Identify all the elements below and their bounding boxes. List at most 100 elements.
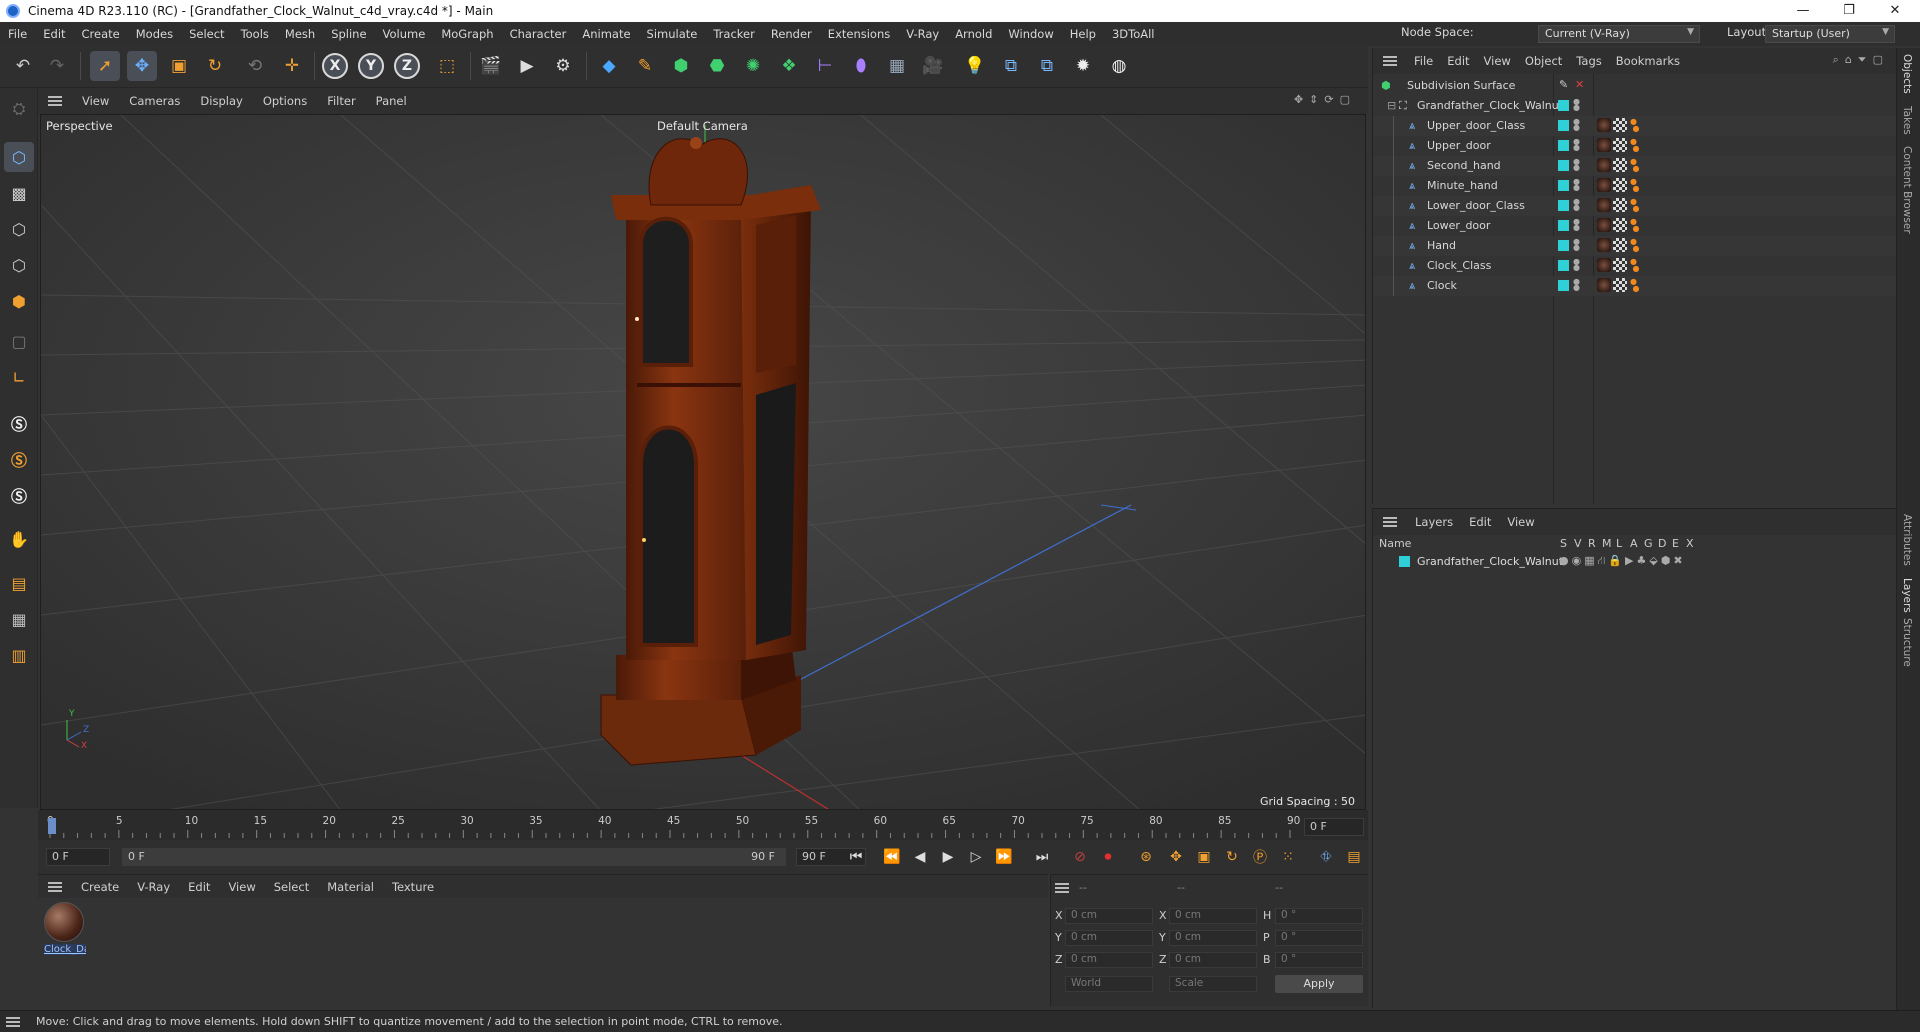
polygons-mode-icon[interactable]: ⬢ xyxy=(4,286,34,316)
hamburger-menu-icon[interactable] xyxy=(48,881,62,892)
menu-3dtoall[interactable]: 3DToAll xyxy=(1104,27,1163,41)
material-tag-icon[interactable] xyxy=(1597,158,1611,172)
viewport-menu-display[interactable]: Display xyxy=(190,94,252,108)
phong-tag-icon[interactable]: ● ● xyxy=(1630,198,1640,213)
next-keyframe-icon[interactable]: ⏩ xyxy=(992,846,1016,868)
layer-menu-edit[interactable]: Edit xyxy=(1461,515,1499,529)
layer-color-swatch[interactable] xyxy=(1558,260,1569,271)
phong-tag-icon[interactable]: ● ● xyxy=(1630,218,1640,233)
menu-select[interactable]: Select xyxy=(181,27,232,41)
vray-tag-icon[interactable] xyxy=(1613,218,1627,232)
layer-col-solo[interactable]: S xyxy=(1560,537,1567,550)
go-to-end-icon[interactable]: ⏭ xyxy=(1030,846,1054,868)
material-tag-icon[interactable] xyxy=(1597,238,1611,252)
object-row[interactable]: ⩓ Lower_door ● ● ● ● xyxy=(1373,216,1897,236)
object-row[interactable]: ⩓ Second_hand ● ● ● ● xyxy=(1373,156,1897,176)
layer-col-render[interactable]: R xyxy=(1588,537,1596,550)
pos-z-field[interactable]: 0 cm xyxy=(1065,952,1153,968)
visibility-dots-icon[interactable]: ● ● xyxy=(1573,178,1580,192)
timeline-window-icon[interactable]: ▤ xyxy=(1342,846,1366,868)
snap-settings-icon[interactable]: Ⓢ xyxy=(4,444,34,474)
render-view-icon[interactable]: 🎬 xyxy=(476,51,506,81)
coordinate-system-icon[interactable]: ⬚ xyxy=(432,51,462,81)
mograph-cloner-icon[interactable]: ✺ xyxy=(738,51,768,81)
play-icon[interactable]: ▶ xyxy=(936,846,960,868)
disabled-cross-icon[interactable]: ✕ xyxy=(1575,78,1584,91)
tab-layers[interactable]: Layers xyxy=(1901,578,1913,613)
mograph-fracture-icon[interactable]: ❖ xyxy=(774,51,804,81)
undo-icon[interactable]: ↶ xyxy=(8,51,38,81)
menu-tracker[interactable]: Tracker xyxy=(705,27,763,41)
motion-path-icon[interactable]: ⛗ xyxy=(1314,846,1338,868)
rot-h-field[interactable]: 0 ° xyxy=(1275,908,1363,924)
menu-modes[interactable]: Modes xyxy=(128,27,181,41)
pos-y-field[interactable]: 0 cm xyxy=(1065,930,1153,946)
current-frame-field[interactable]: 0 F xyxy=(1304,818,1364,836)
menu-edit[interactable]: Edit xyxy=(35,27,73,41)
vray-tag-icon[interactable] xyxy=(1613,118,1627,132)
object-row[interactable]: ⩓ Clock ● ● ● ● xyxy=(1373,276,1897,296)
field-icon[interactable]: ⬮ xyxy=(846,51,876,81)
dynamics-icon[interactable]: ▥ xyxy=(4,640,34,670)
visibility-dots-icon[interactable]: ● ● xyxy=(1573,218,1580,232)
previous-keyframe-icon[interactable]: ⏪ xyxy=(880,846,904,868)
layer-color-swatch[interactable] xyxy=(1558,200,1569,211)
menu-animate[interactable]: Animate xyxy=(574,27,638,41)
layer-col-expressions[interactable]: E xyxy=(1672,537,1679,550)
layer-color-swatch[interactable] xyxy=(1558,100,1569,111)
points-mode-icon[interactable]: ⬡ xyxy=(4,214,34,244)
vray-tag-icon[interactable] xyxy=(1613,198,1627,212)
python-generator-icon[interactable]: ⧉ xyxy=(996,51,1026,81)
viewport-menu-panel[interactable]: Panel xyxy=(366,94,417,108)
menu-character[interactable]: Character xyxy=(502,27,575,41)
light-icon[interactable]: 💡 xyxy=(960,51,990,81)
material-tag-icon[interactable] xyxy=(1597,118,1611,132)
layout-dropdown[interactable]: Startup (User) ▼ xyxy=(1765,25,1895,43)
material-menu-texture[interactable]: Texture xyxy=(383,880,443,894)
material-tag-icon[interactable] xyxy=(1597,258,1611,272)
uv-mode-icon[interactable]: ▢ xyxy=(4,326,34,356)
extrude-icon[interactable]: ⬣ xyxy=(702,51,732,81)
layer-col-xref[interactable]: X xyxy=(1686,537,1694,550)
recent-tools-icon[interactable]: ⟲ xyxy=(240,51,270,81)
deformer-icon[interactable]: ⊢ xyxy=(810,51,840,81)
edit-check-icon[interactable]: ✎ xyxy=(1559,78,1568,91)
size-y-field[interactable]: 0 cm xyxy=(1169,930,1257,946)
start-frame-field[interactable]: 0 F xyxy=(46,848,110,866)
hamburger-menu-icon[interactable] xyxy=(1383,517,1397,527)
select-tool-icon[interactable]: ➚ xyxy=(90,51,120,81)
material-menu-material[interactable]: Material xyxy=(318,880,383,894)
visibility-dots-icon[interactable]: ● ● xyxy=(1573,238,1580,252)
timeline-ruler[interactable]: 051015202530354045505560657075808590 0 F xyxy=(38,810,1368,840)
python-script-icon[interactable]: ⧉ xyxy=(1032,51,1062,81)
object-menu-file[interactable]: File xyxy=(1407,54,1440,68)
object-row[interactable]: ⩓ Lower_door_Class ● ● ● ● xyxy=(1373,196,1897,216)
menu-render[interactable]: Render xyxy=(763,27,820,41)
z-axis-lock-button[interactable]: Z xyxy=(394,53,420,79)
menu-mograph[interactable]: MoGraph xyxy=(433,27,501,41)
grid-icon[interactable]: ▦ xyxy=(4,604,34,634)
node-space-dropdown[interactable]: Current (V-Ray) ▼ xyxy=(1538,25,1700,43)
y-axis-lock-button[interactable]: Y xyxy=(358,53,384,79)
visibility-dots-icon[interactable]: ● ● xyxy=(1573,118,1580,132)
rotate-tool-icon[interactable]: ↻ xyxy=(200,51,230,81)
menu-help[interactable]: Help xyxy=(1062,27,1104,41)
move-tool-icon[interactable]: ✥ xyxy=(127,51,157,81)
layer-col-manager[interactable]: M xyxy=(1602,537,1612,550)
make-editable-icon[interactable]: ⛭ xyxy=(4,94,34,124)
viewport-menu-filter[interactable]: Filter xyxy=(317,94,365,108)
hamburger-menu-icon[interactable] xyxy=(6,1016,20,1027)
cube-object-icon[interactable]: ◆ xyxy=(594,51,624,81)
object-menu-tags[interactable]: Tags xyxy=(1569,54,1608,68)
phong-tag-icon[interactable]: ● ● xyxy=(1630,278,1640,293)
scale-key-icon[interactable]: ▣ xyxy=(1192,846,1216,868)
layer-toggle-icons[interactable]: ●◉▦⛙🔒▶♣⬙⬢✖ xyxy=(1559,554,1686,569)
menu-create[interactable]: Create xyxy=(74,27,128,41)
phong-tag-icon[interactable]: ● ● xyxy=(1630,258,1640,273)
tab-structure[interactable]: Structure xyxy=(1901,618,1913,667)
menu-mesh[interactable]: Mesh xyxy=(277,27,323,41)
render-picture-viewer-icon[interactable]: ▶ xyxy=(512,51,542,81)
material-menu-view[interactable]: View xyxy=(219,880,264,894)
layer-color-swatch[interactable] xyxy=(1558,120,1569,131)
tab-takes[interactable]: Takes xyxy=(1901,106,1913,135)
